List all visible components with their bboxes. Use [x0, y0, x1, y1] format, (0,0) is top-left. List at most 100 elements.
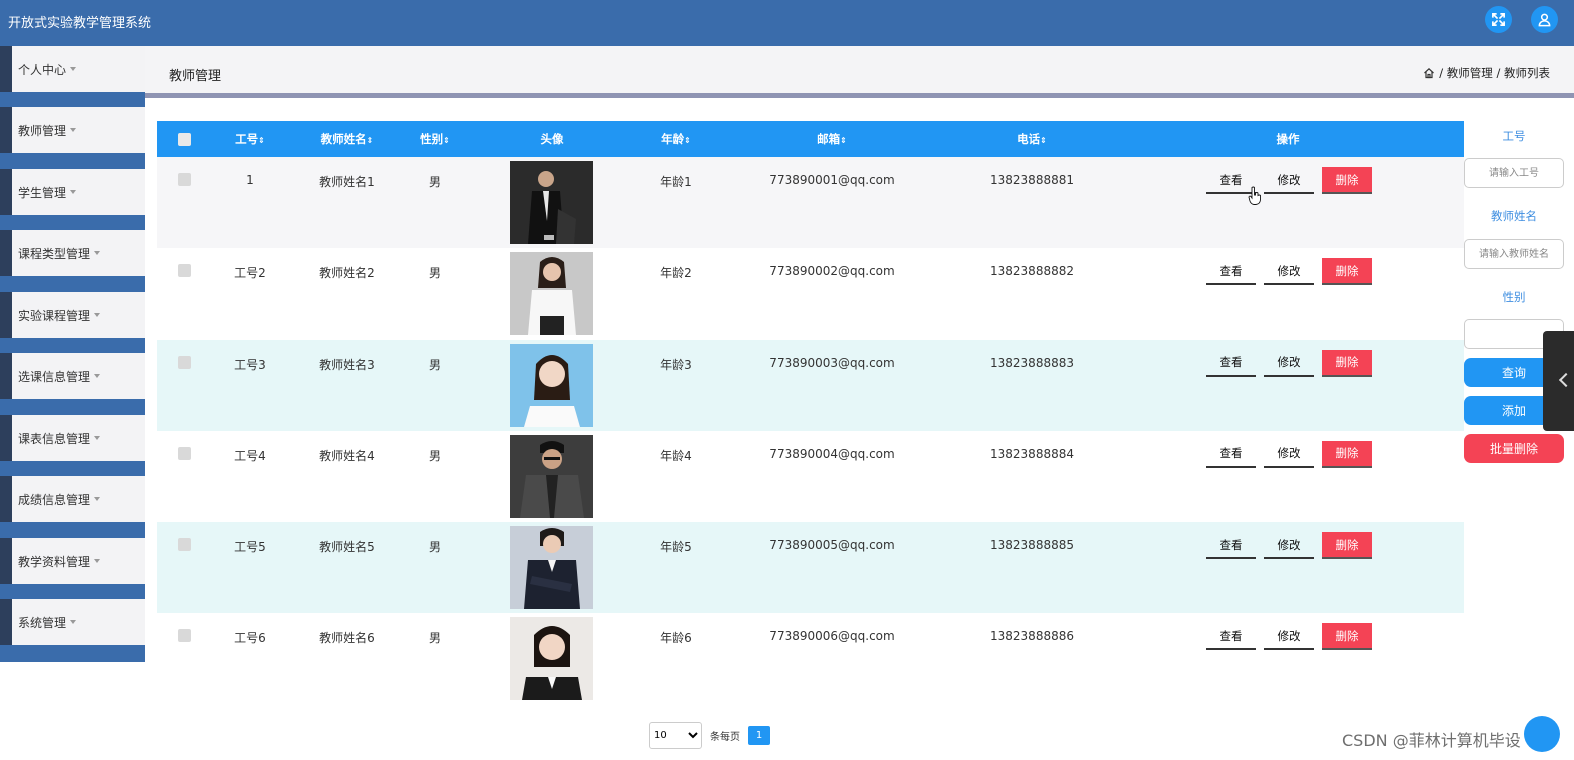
col-age[interactable]: 年龄⇕: [661, 121, 691, 157]
cell-email: 773890004@qq.com: [769, 446, 895, 461]
row-checkbox[interactable]: [178, 173, 191, 186]
edit-button[interactable]: 修改: [1264, 623, 1314, 651]
sidebar-item-label: 实验课程管理: [18, 308, 91, 323]
top-header: 开放式实验教学管理系统: [0, 0, 1574, 46]
cell-age: 年龄6: [660, 631, 692, 646]
sidebar-item-lab-courses[interactable]: 实验课程管理: [12, 292, 145, 338]
view-button[interactable]: 查看: [1206, 532, 1256, 560]
name-search-input[interactable]: [1464, 239, 1564, 269]
col-ops: 操作: [1276, 132, 1300, 146]
row-checkbox[interactable]: [178, 538, 191, 552]
home-icon[interactable]: [1423, 67, 1435, 79]
sidebar-item-schedule[interactable]: 课表信息管理: [12, 415, 145, 461]
col-name[interactable]: 教师姓名⇕: [321, 121, 374, 157]
avatar-photo-man-suit: [510, 161, 593, 244]
caret-down-icon: [70, 190, 77, 194]
cell-email: 773890002@qq.com: [769, 264, 895, 279]
id-label: 工号: [1502, 129, 1526, 143]
col-email[interactable]: 邮箱⇕: [817, 121, 847, 157]
sidebar-item-personal[interactable]: 个人中心: [12, 46, 145, 92]
delete-button[interactable]: 删除: [1322, 167, 1372, 194]
caret-down-icon: [94, 251, 101, 255]
app-title: 开放式实验教学管理系统: [8, 16, 152, 31]
view-button[interactable]: 查看: [1206, 350, 1256, 377]
page-title: 教师管理: [169, 69, 222, 84]
cell-phone: 13823888883: [990, 355, 1074, 370]
sidebar-item-label: 教学资料管理: [18, 554, 91, 569]
sidebar-item-grades[interactable]: 成绩信息管理: [12, 476, 145, 522]
select-all-checkbox[interactable]: [178, 133, 191, 146]
table-row[interactable]: 工号3 教师姓名3 男 年龄3 773890003@qq.com 1382388…: [157, 339, 1464, 431]
avatar-photo-woman-white-shirt: [510, 252, 593, 336]
name-label: 教师姓名: [1491, 209, 1537, 223]
edit-button[interactable]: 修改: [1264, 350, 1314, 377]
sidebar-item-enrollment[interactable]: 选课信息管理: [12, 353, 145, 399]
breadcrumb-bar: 教师管理 / 教师管理 / 教师列表: [145, 46, 1574, 93]
avatar-photo-woman-black-suit: [510, 617, 593, 701]
cell-id: 工号6: [234, 631, 266, 646]
table-row[interactable]: 工号6 教师姓名6 男 年龄6 773890006@qq.com 1382388…: [157, 613, 1464, 705]
breadcrumb-path[interactable]: / 教师管理 / 教师列表: [1439, 65, 1550, 81]
page-number-button[interactable]: 1: [748, 726, 770, 745]
cell-name: 教师姓名5: [319, 540, 375, 555]
side-collapse-tab[interactable]: [1543, 331, 1574, 431]
cell-gender: 男: [428, 266, 442, 281]
sidebar-item-students[interactable]: 学生管理: [12, 169, 145, 215]
table-row[interactable]: 工号5 教师姓名5 男 年龄5 773890005@qq.com 1382388…: [157, 522, 1464, 614]
row-checkbox[interactable]: [178, 264, 191, 278]
delete-button[interactable]: 删除: [1322, 440, 1372, 468]
row-checkbox[interactable]: [178, 629, 191, 643]
table-row[interactable]: 工号2 教师姓名2 男 年龄2 773890002@qq.com 1382388…: [157, 248, 1464, 340]
cell-age: 年龄3: [660, 357, 692, 372]
sidebar-item-materials[interactable]: 教学资料管理: [12, 538, 145, 584]
user-button[interactable]: [1531, 6, 1558, 33]
sidebar-item-teachers[interactable]: 教师管理: [12, 107, 145, 153]
row-checkbox[interactable]: [178, 355, 191, 369]
id-search-input[interactable]: [1464, 158, 1564, 188]
row-checkbox[interactable]: [178, 446, 191, 460]
avatar: [510, 343, 593, 427]
sidebar-item-label: 个人中心: [18, 62, 67, 77]
avatar-photo-man-glasses: [510, 434, 593, 518]
cell-email: 773890003@qq.com: [769, 355, 895, 370]
edit-button[interactable]: 修改: [1264, 441, 1314, 468]
col-gender[interactable]: 性别⇕: [420, 121, 450, 157]
cell-gender: 男: [428, 448, 442, 463]
avatar-photo-woman-suit: [510, 526, 593, 610]
fullscreen-button[interactable]: [1485, 6, 1512, 33]
batch-delete-button[interactable]: 批量删除: [1464, 434, 1564, 463]
delete-button[interactable]: 删除: [1322, 349, 1372, 377]
delete-button[interactable]: 删除: [1322, 532, 1372, 560]
cell-phone: 13823888885: [990, 538, 1074, 553]
page-size-select[interactable]: 10: [649, 722, 702, 749]
sidebar-stripe: [0, 538, 12, 584]
view-button[interactable]: 查看: [1206, 258, 1256, 286]
delete-button[interactable]: 删除: [1322, 258, 1372, 286]
view-button[interactable]: 查看: [1206, 623, 1256, 651]
cell-gender: 男: [428, 357, 442, 372]
sidebar-item-course-types[interactable]: 课程类型管理: [12, 230, 145, 276]
cell-id: 工号5: [234, 540, 266, 555]
col-id[interactable]: 工号⇕: [235, 121, 265, 157]
delete-button[interactable]: 删除: [1322, 623, 1372, 651]
table-row[interactable]: 工号4 教师姓名4 男 年龄4 773890004@qq.com 1382388…: [157, 430, 1464, 523]
table-row[interactable]: 1 教师姓名1 男 年龄1 773890001@qq.com 138238888…: [157, 157, 1464, 249]
edit-button[interactable]: 修改: [1264, 258, 1314, 286]
col-avatar: 头像: [540, 132, 564, 146]
cell-name: 教师姓名1: [319, 175, 375, 189]
gender-label: 性别: [1502, 290, 1526, 304]
edit-button[interactable]: 修改: [1264, 167, 1314, 194]
sort-icon: ⇕: [1040, 136, 1047, 145]
sidebar-stripe: [0, 599, 12, 645]
cell-phone: 13823888884: [990, 446, 1074, 461]
sort-icon: ⇕: [366, 136, 374, 145]
edit-button[interactable]: 修改: [1264, 532, 1314, 560]
sidebar-item-label: 成绩信息管理: [18, 492, 91, 507]
cell-gender: 男: [428, 631, 442, 646]
floating-action-button[interactable]: [1524, 716, 1560, 752]
sidebar-item-system[interactable]: 系统管理: [12, 599, 145, 645]
avatar: [510, 617, 593, 701]
cell-phone: 13823888886: [990, 629, 1074, 644]
view-button[interactable]: 查看: [1206, 441, 1256, 468]
col-phone[interactable]: 电话⇕: [1017, 121, 1047, 157]
